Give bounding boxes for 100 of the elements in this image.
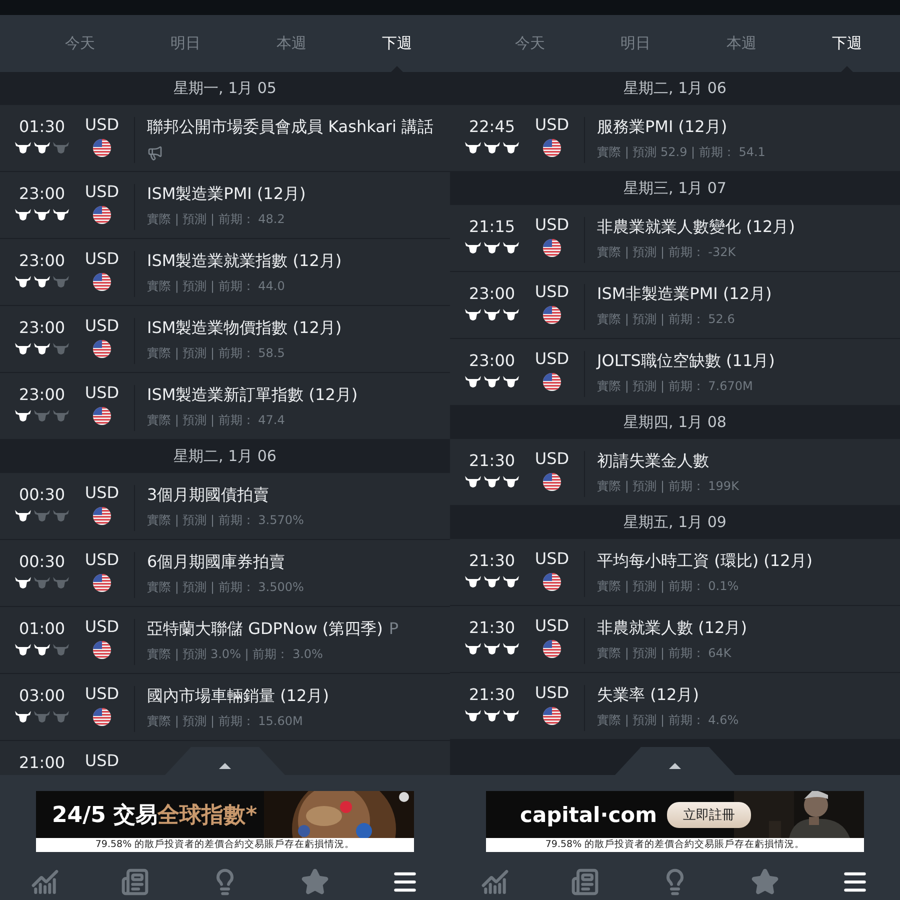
- event-detail: 實際 | 預測 | 前期： 44.0: [147, 279, 286, 293]
- bull-icon: [15, 410, 31, 422]
- bull-icon: [34, 343, 50, 355]
- bull-icon: [53, 644, 69, 656]
- event-title: ISM製造業新訂單指數 (12月): [147, 385, 358, 405]
- event-detail: 實際 | 預測 | 前期： 48.2: [147, 212, 286, 226]
- us-flag-icon: [93, 340, 111, 358]
- currency: USD: [84, 317, 120, 335]
- bull-icon: [503, 309, 519, 321]
- currency: USD: [534, 684, 570, 702]
- bull-icon: [484, 643, 500, 655]
- chart-icon[interactable]: [481, 868, 509, 896]
- event-row[interactable]: 21:30 USD 失業率 (12月) 實際 | 預測 | 前期： 4.6%: [450, 673, 900, 740]
- event-row[interactable]: 22:45 USD 服務業PMI (12月) 實際 | 預測 52.9 | 前期： 54.1: [450, 105, 900, 172]
- event-time: 23:00: [18, 252, 66, 270]
- bull-icon: [34, 276, 50, 288]
- event-time: 21:30: [468, 686, 516, 704]
- newspaper-icon[interactable]: [571, 868, 599, 896]
- bull-icon: [53, 711, 69, 723]
- event-row[interactable]: 03:00 USD 國內市場車輛銷量 (12月) 實際 | 預測 | 前期： 15.60M: [0, 674, 450, 741]
- us-flag-icon: [93, 708, 111, 726]
- event-detail: 實際 | 預測 | 前期： 52.6: [597, 312, 736, 326]
- bull-icon: [484, 376, 500, 388]
- us-flag-icon: [543, 306, 561, 324]
- event-row[interactable]: 01:30 USD 聯邦公開市場委員會成員 Kashkari 講話: [0, 105, 450, 172]
- event-row[interactable]: 00:30 USD 3個月期國債拍賣 實際 | 預測 | 前期： 3.570%: [0, 473, 450, 540]
- event-time: 21:30: [468, 619, 516, 637]
- event-row[interactable]: 21:15 USD 非農業就業人數變化 (12月) 實際 | 預測 | 前期： -32K: [450, 205, 900, 272]
- bull-icon: [34, 644, 50, 656]
- event-time: 21:00: [18, 754, 66, 772]
- event-title: ISM製造業物價指數 (12月): [147, 318, 342, 338]
- event-row[interactable]: 01:00 USD 亞特蘭大聯儲 GDPNow (第四季) P 實際 | 預測 3.0% | 前期： 3.0%: [0, 607, 450, 674]
- bull-icon: [34, 209, 50, 221]
- newspaper-icon[interactable]: [121, 868, 149, 896]
- star-icon[interactable]: [301, 868, 329, 896]
- event-detail: 實際 | 預測 52.9 | 前期： 54.1: [597, 145, 766, 159]
- register-button[interactable]: 立即註冊: [667, 802, 751, 828]
- event-row[interactable]: 23:00 USD ISM製造業新訂單指數 (12月) 實際 | 預測 | 前期： 47.4: [0, 373, 450, 440]
- event-title: ISM非製造業PMI (12月): [597, 284, 772, 304]
- bull-icon: [15, 644, 31, 656]
- bull-icon: [15, 711, 31, 723]
- event-row[interactable]: 23:00 USD JOLTS職位空缺數 (11月) 實際 | 預測 | 前期： 7.670M: [450, 339, 900, 406]
- currency: USD: [534, 617, 570, 635]
- bull-icon: [503, 710, 519, 722]
- ad-banner[interactable]: 24/5 交易全球指數* 79.58% 的散戶投資者的差價合約交易賬戶存在虧損情況。: [36, 791, 414, 852]
- event-row[interactable]: 23:00 USD ISM非製造業PMI (12月) 實際 | 預測 | 前期： 52.6: [450, 272, 900, 339]
- expand-handle[interactable]: [165, 747, 285, 775]
- bull-icon: [503, 643, 519, 655]
- event-time: 23:00: [18, 185, 66, 203]
- event-time: 21:15: [468, 218, 516, 236]
- bull-icon: [465, 242, 481, 254]
- us-flag-icon: [93, 273, 111, 291]
- event-row[interactable]: 21:30 USD 平均每小時工資 (環比) (12月) 實際 | 預測 | 前期： 0.1%: [450, 539, 900, 606]
- ad-disclaimer: 79.58% 的散戶投資者的差價合約交易賬戶存在虧損情況。: [36, 838, 414, 852]
- bull-icon: [484, 142, 500, 154]
- bull-icon: [53, 276, 69, 288]
- us-flag-icon: [93, 641, 111, 659]
- event-detail: 實際 | 預測 | 前期： 0.1%: [597, 579, 740, 593]
- event-detail: 實際 | 預測 | 前期： 3.570%: [147, 513, 305, 527]
- us-flag-icon: [543, 640, 561, 658]
- bull-icon: [484, 242, 500, 254]
- event-detail: 實際 | 預測 3.0% | 前期： 3.0%: [147, 647, 324, 661]
- event-detail: 實際 | 預測 | 前期： 7.670M: [597, 379, 754, 393]
- bull-icon: [15, 577, 31, 589]
- event-title: 平均每小時工資 (環比) (12月): [597, 551, 812, 571]
- us-flag-icon: [543, 473, 561, 491]
- star-icon[interactable]: [751, 868, 779, 896]
- us-flag-icon: [93, 139, 111, 157]
- event-detail: 實際 | 預測 | 前期： 47.4: [147, 413, 286, 427]
- event-row[interactable]: 23:00 USD ISM製造業就業指數 (12月) 實際 | 預測 | 前期： 44.0: [0, 239, 450, 306]
- bull-icon: [484, 476, 500, 488]
- bull-icon: [53, 209, 69, 221]
- bull-icon: [465, 576, 481, 588]
- event-title: ISM製造業PMI (12月): [147, 184, 306, 204]
- bull-icon: [15, 510, 31, 522]
- ad-disclaimer: 79.58% 的散戶投資者的差價合約交易賬戶存在虧損情況。: [486, 838, 864, 852]
- event-time: 01:30: [18, 118, 66, 136]
- event-row[interactable]: 21:30 USD 初請失業金人數 實際 | 預測 | 前期： 199K: [450, 439, 900, 506]
- event-title: 國內市場車輛銷量 (12月): [147, 686, 329, 706]
- bull-icon: [465, 643, 481, 655]
- event-time: 23:00: [18, 319, 66, 337]
- event-time: 21:30: [468, 452, 516, 470]
- ad-banner[interactable]: capital·com 立即註冊 79.58% 的散戶投資者的差價合約交易賬戶存在虧損情況。: [486, 791, 864, 852]
- event-title: 非農就業人數 (12月): [597, 618, 747, 638]
- bull-icon: [34, 142, 50, 154]
- event-row[interactable]: 23:00 USD ISM製造業物價指數 (12月) 實際 | 預測 | 前期： 58.5: [0, 306, 450, 373]
- chart-icon[interactable]: [31, 868, 59, 896]
- bull-icon: [53, 410, 69, 422]
- bull-icon: [484, 309, 500, 321]
- bull-icon: [34, 711, 50, 723]
- bull-icon: [34, 577, 50, 589]
- event-time: 23:00: [468, 352, 516, 370]
- event-title: 亞特蘭大聯儲 GDPNow (第四季): [147, 619, 383, 639]
- event-row[interactable]: 21:30 USD 非農就業人數 (12月) 實際 | 預測 | 前期： 64K: [450, 606, 900, 673]
- currency: USD: [84, 618, 120, 636]
- event-row[interactable]: 00:30 USD 6個月期國庫券拍賣 實際 | 預測 | 前期： 3.500%: [0, 540, 450, 607]
- event-detail: 實際 | 預測 | 前期： 199K: [597, 479, 740, 493]
- event-row[interactable]: 23:00 USD ISM製造業PMI (12月) 實際 | 預測 | 前期： 48.2: [0, 172, 450, 239]
- bull-icon: [34, 410, 50, 422]
- expand-handle[interactable]: [615, 747, 735, 775]
